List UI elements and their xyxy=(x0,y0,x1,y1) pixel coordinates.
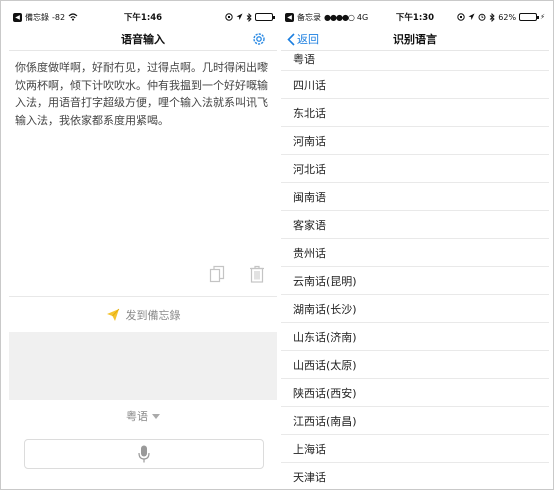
language-selector[interactable]: 粤语 xyxy=(9,407,277,425)
screenshot-frame: ◀ 備忘錄 -82 下午1:46 语音输入 你係度做咩啊，好耐冇见，过得点啊。几… xyxy=(0,0,554,490)
battery-icon xyxy=(519,13,540,21)
language-option[interactable]: 闽南语 xyxy=(281,183,549,211)
back-to-app-icon[interactable]: ◀ xyxy=(13,12,22,22)
back-app-label[interactable]: 備忘錄 xyxy=(25,12,49,23)
language-option[interactable]: 陕西话(西安) xyxy=(281,379,549,407)
battery-icon xyxy=(255,13,275,21)
back-to-app-icon[interactable]: ◀ xyxy=(285,12,294,22)
language-option[interactable]: 河北话 xyxy=(281,155,549,183)
battery-percent: 62% xyxy=(498,12,517,22)
charging-icon: ⚡ xyxy=(540,13,545,21)
language-list: 粤语 四川话 东北话 河南话 河北话 闽南语 客家语 贵州话 云南话(昆明) 湖南话(长沙) 山东话… xyxy=(281,51,549,485)
language-option[interactable]: 上海话 xyxy=(281,435,549,463)
gear-icon[interactable] xyxy=(251,31,267,47)
divider xyxy=(9,296,277,297)
location-icon xyxy=(236,13,243,20)
alarm-icon xyxy=(478,13,486,21)
language-option[interactable]: 客家语 xyxy=(281,211,549,239)
nav-bar: 返回 识别语言 xyxy=(281,27,549,51)
language-label: 粤语 xyxy=(126,410,148,423)
language-option[interactable]: 天津话 xyxy=(281,463,549,485)
back-label: 返回 xyxy=(297,33,319,46)
status-bar: ◀ 备忘录 ●●●●○ 4G 下午1:30 62% ⚡ xyxy=(281,7,549,27)
language-option[interactable]: 河南话 xyxy=(281,127,549,155)
caret-down-icon xyxy=(152,413,160,419)
wifi-icon xyxy=(68,13,78,21)
trash-icon[interactable] xyxy=(249,265,265,283)
microphone-button[interactable] xyxy=(24,439,264,469)
copy-icon[interactable] xyxy=(209,265,225,283)
bluetooth-icon xyxy=(246,12,252,22)
send-label: 发到備忘錄 xyxy=(125,309,181,322)
recognition-language-screen: ◀ 备忘录 ●●●●○ 4G 下午1:30 62% ⚡ 返回 识别语言 粤语 四… xyxy=(281,7,549,485)
language-option[interactable]: 江西话(南昌) xyxy=(281,407,549,435)
language-option[interactable]: 山东话(济南) xyxy=(281,323,549,351)
language-option[interactable]: 湖南话(长沙) xyxy=(281,295,549,323)
language-option[interactable]: 云南话(昆明) xyxy=(281,267,549,295)
status-bar: ◀ 備忘錄 -82 下午1:46 xyxy=(9,7,277,27)
carrier-label: 4G xyxy=(356,12,369,22)
nav-bar: 语音输入 xyxy=(9,27,277,51)
language-option[interactable]: 山西话(太原) xyxy=(281,351,549,379)
back-app-label[interactable]: 备忘录 xyxy=(297,12,321,23)
page-title: 语音输入 xyxy=(121,32,165,46)
signal-strength: -82 xyxy=(52,12,66,22)
language-option[interactable]: 东北话 xyxy=(281,99,549,127)
chevron-left-icon xyxy=(287,32,295,46)
lock-rotation-icon xyxy=(457,13,465,21)
send-to-notes-button[interactable]: 发到備忘錄 xyxy=(9,303,277,327)
input-panel xyxy=(9,332,277,400)
page-title: 识别语言 xyxy=(393,32,437,46)
transcript-text[interactable]: 你係度做咩啊，好耐冇见，过得点啊。几时得闲出嚟饮两杯啊，倾下计吹吹水。仲有我揾到… xyxy=(9,59,277,129)
language-option[interactable]: 粤语 xyxy=(281,51,549,71)
paper-plane-icon xyxy=(106,308,119,321)
signal-dots: ●●●●○ xyxy=(324,12,355,22)
microphone-icon xyxy=(138,445,150,463)
language-option[interactable]: 四川话 xyxy=(281,71,549,99)
bluetooth-icon xyxy=(490,12,495,22)
back-button[interactable]: 返回 xyxy=(287,27,319,51)
lock-rotation-icon xyxy=(225,13,233,21)
language-option[interactable]: 贵州话 xyxy=(281,239,549,267)
location-icon xyxy=(468,13,475,20)
voice-input-screen: ◀ 備忘錄 -82 下午1:46 语音输入 你係度做咩啊，好耐冇见，过得点啊。几… xyxy=(9,7,277,485)
